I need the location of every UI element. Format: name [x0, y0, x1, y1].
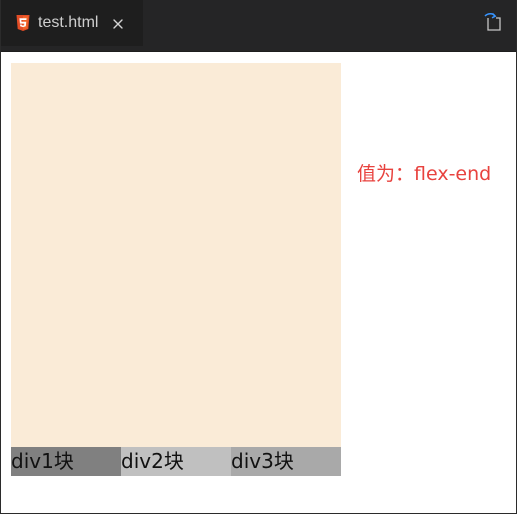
tab-test-html[interactable]: test.html [1, 0, 143, 46]
open-preview-icon[interactable] [484, 12, 502, 32]
preview-area: div1块 div2块 div3块 值为：flex-end [1, 52, 516, 513]
tab-label: test.html [38, 14, 99, 31]
caption-text: 值为：flex-end [357, 163, 492, 185]
flex-item-div1: div1块 [11, 447, 121, 476]
flex-item-div3: div3块 [231, 447, 341, 476]
flex-item-div2: div2块 [121, 447, 231, 476]
tab-bar: test.html [1, 0, 516, 52]
flex-container: div1块 div2块 div3块 [11, 63, 341, 476]
html5-icon [15, 15, 31, 31]
editor-window: test.html div1块 div2块 div3块 值为：flex-end [0, 0, 517, 514]
close-icon[interactable] [111, 16, 125, 30]
